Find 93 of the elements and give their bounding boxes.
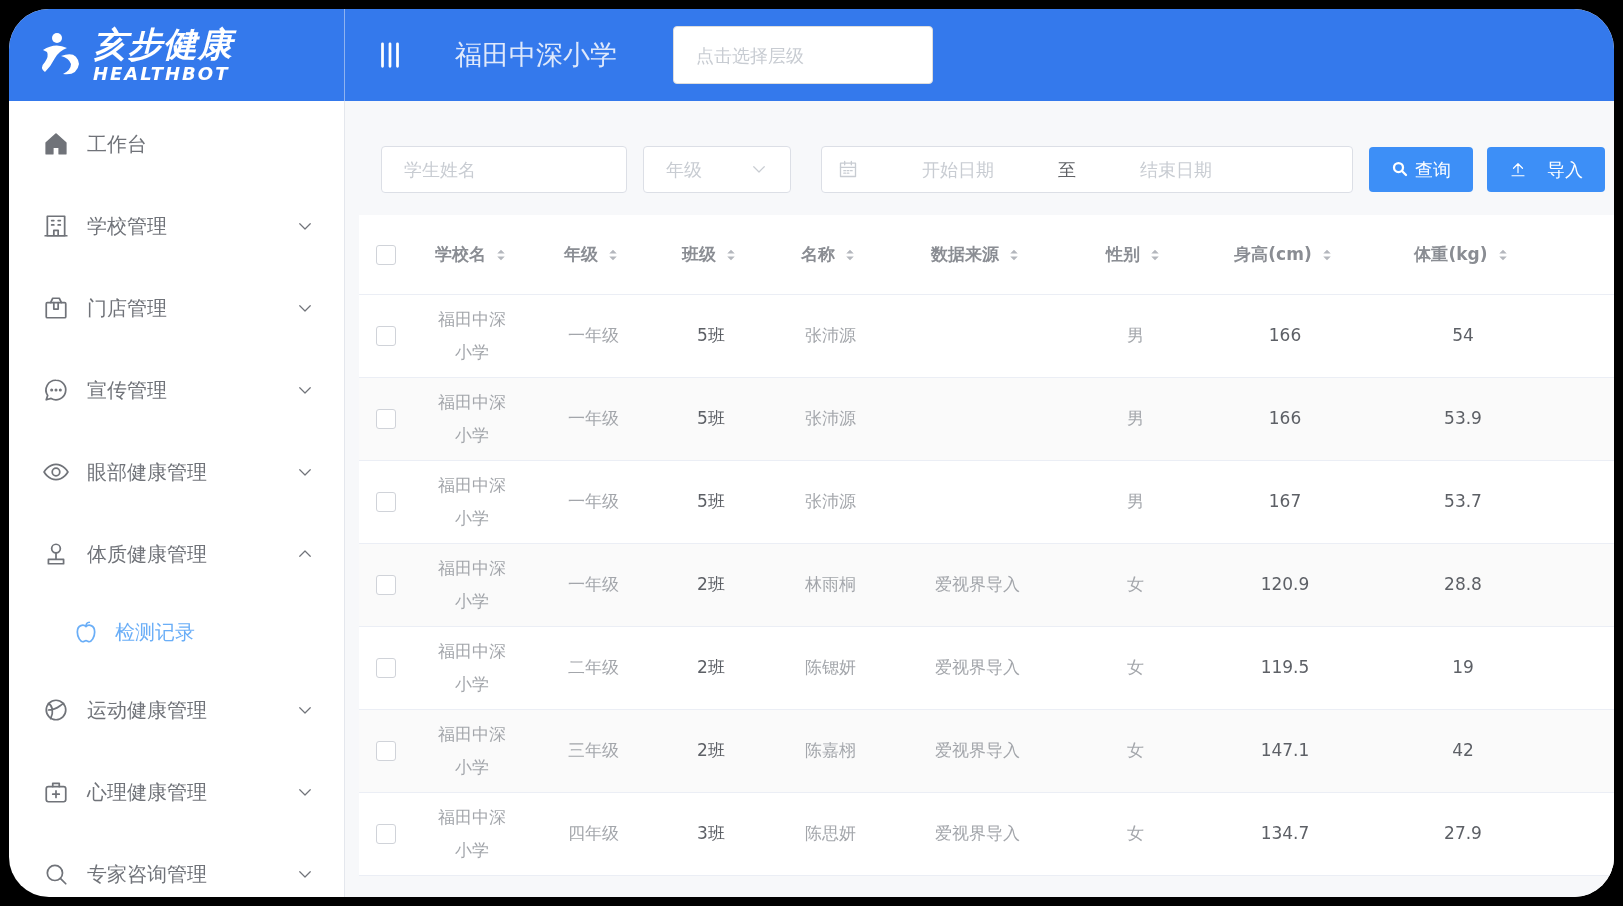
table-cell-text: 爱视界导入 [934, 739, 1020, 763]
table-cell-text: 19 [1452, 656, 1474, 680]
table-cell-text: 2班 [697, 573, 725, 597]
table-cell-text: 119.5 [1260, 656, 1310, 680]
table-cell-text: 陈锶妍 [804, 656, 856, 680]
import-button[interactable]: 导入 [1487, 146, 1605, 192]
table-cell-text: 福田中深小学 [437, 723, 507, 779]
table-cell-text: 张沛源 [804, 490, 856, 514]
table-cell-text: 53.9 [1444, 407, 1482, 431]
select-all-checkbox[interactable] [376, 244, 396, 265]
sidebar-item[interactable]: 专家咨询管理 [9, 833, 344, 897]
search-icon [1391, 160, 1409, 178]
table-cell-text: 54 [1452, 324, 1474, 348]
column-header[interactable]: 体重(kg) [1414, 241, 1488, 268]
table-cell-text: 一年级 [567, 490, 619, 514]
table-cell-text: 爱视界导入 [934, 822, 1020, 846]
table-cell-text: 2班 [697, 656, 725, 680]
table-cell-text: 男 [1126, 490, 1144, 514]
row-checkbox[interactable] [376, 409, 396, 429]
table-cell-text: 福田中深小学 [437, 557, 507, 613]
search-button[interactable]: 查询 [1369, 146, 1473, 192]
table-cell-text: 一年级 [567, 407, 619, 431]
medkit-icon [43, 779, 69, 805]
table-cell-text: 男 [1126, 324, 1144, 348]
row-checkbox[interactable] [376, 326, 396, 346]
table-cell-text: 53.7 [1444, 490, 1482, 514]
calendar-icon [838, 159, 858, 179]
table-cell-text: 27.9 [1444, 822, 1482, 846]
school-name: 福田中深小学 [455, 37, 617, 72]
table-cell-text: 福田中深小学 [437, 308, 507, 364]
table-cell-text: 二年级 [567, 656, 619, 680]
range-separator: 至 [1058, 157, 1076, 182]
column-header[interactable]: 名称 [801, 241, 835, 268]
table-cell-text: 28.8 [1444, 573, 1482, 597]
table-cell-text: 张沛源 [804, 324, 856, 348]
sidebar-item[interactable]: 眼部健康管理 [9, 431, 344, 513]
store-icon [43, 295, 69, 321]
table-cell-text: 134.7 [1260, 822, 1310, 846]
table-cell-text: 一年级 [567, 324, 619, 348]
row-checkbox[interactable] [376, 741, 396, 761]
chat-icon [43, 377, 69, 403]
column-header[interactable]: 身高(cm) [1234, 241, 1312, 268]
table-cell-text: 爱视界导入 [934, 656, 1020, 680]
sidebar-item[interactable]: 学校管理 [9, 185, 344, 267]
column-header[interactable]: 班级 [682, 241, 716, 268]
table-cell-text: 林雨桐 [804, 573, 856, 597]
table-cell-text: 男 [1126, 407, 1144, 431]
table-cell-text: 2班 [697, 739, 725, 763]
sidebar-item[interactable]: 心理健康管理 [9, 751, 344, 833]
table-cell-text: 166 [1268, 407, 1302, 431]
table-cell-text: 爱视界导入 [934, 573, 1020, 597]
table-cell-text: 张沛源 [804, 407, 856, 431]
table-cell-text: 女 [1126, 573, 1144, 597]
table-cell-text: 5班 [697, 490, 725, 514]
sidebar-item[interactable]: 宣传管理 [9, 349, 344, 431]
table-cell-text: 147.1 [1260, 739, 1310, 763]
upload-icon [1509, 160, 1527, 178]
table-cell-text: 167 [1268, 490, 1302, 514]
table-cell-text: 5班 [697, 407, 725, 431]
column-header[interactable]: 年级 [564, 241, 598, 268]
sidebar-item[interactable]: 门店管理 [9, 267, 344, 349]
row-checkbox[interactable] [376, 824, 396, 844]
table-cell-text: 福田中深小学 [437, 640, 507, 696]
table-cell-text: 42 [1452, 739, 1474, 763]
table-cell-text: 女 [1126, 822, 1144, 846]
table-cell-text: 5班 [697, 324, 725, 348]
building-icon [43, 213, 69, 239]
home-icon [43, 131, 69, 157]
row-checkbox[interactable] [376, 492, 396, 512]
column-header[interactable]: 学校名 [434, 241, 486, 268]
table-cell-text: 陈思妍 [804, 822, 856, 846]
table-cell-text: 女 [1126, 656, 1144, 680]
table-cell-text: 166 [1268, 324, 1302, 348]
table-cell-text: 女 [1126, 739, 1144, 763]
table-cell-text: 陈嘉栩 [804, 739, 856, 763]
table-cell-text: 120.9 [1260, 573, 1310, 597]
column-header[interactable]: 性别 [1106, 241, 1140, 268]
column-header[interactable]: 数据来源 [931, 241, 999, 268]
table-cell-text: 福田中深小学 [437, 474, 507, 530]
table-cell-text: 3班 [697, 822, 725, 846]
table-cell-text: 福田中深小学 [437, 806, 507, 862]
sidebar-item[interactable]: 体质健康管理 [9, 513, 344, 595]
table-cell-text: 四年级 [567, 822, 619, 846]
sidebar-subitem[interactable]: 检测记录 [9, 595, 344, 669]
sidebar-item[interactable]: 运动健康管理 [9, 669, 344, 751]
logo-subtitle: HEALTHBOT [93, 65, 231, 83]
ball-icon [43, 697, 69, 723]
row-checkbox[interactable] [376, 575, 396, 595]
sidebar-item[interactable]: 工作台 [9, 103, 344, 185]
table-cell-text: 一年级 [567, 573, 619, 597]
row-checkbox[interactable] [376, 658, 396, 678]
table-cell-text: 三年级 [567, 739, 619, 763]
table-cell-text: 福田中深小学 [437, 391, 507, 447]
